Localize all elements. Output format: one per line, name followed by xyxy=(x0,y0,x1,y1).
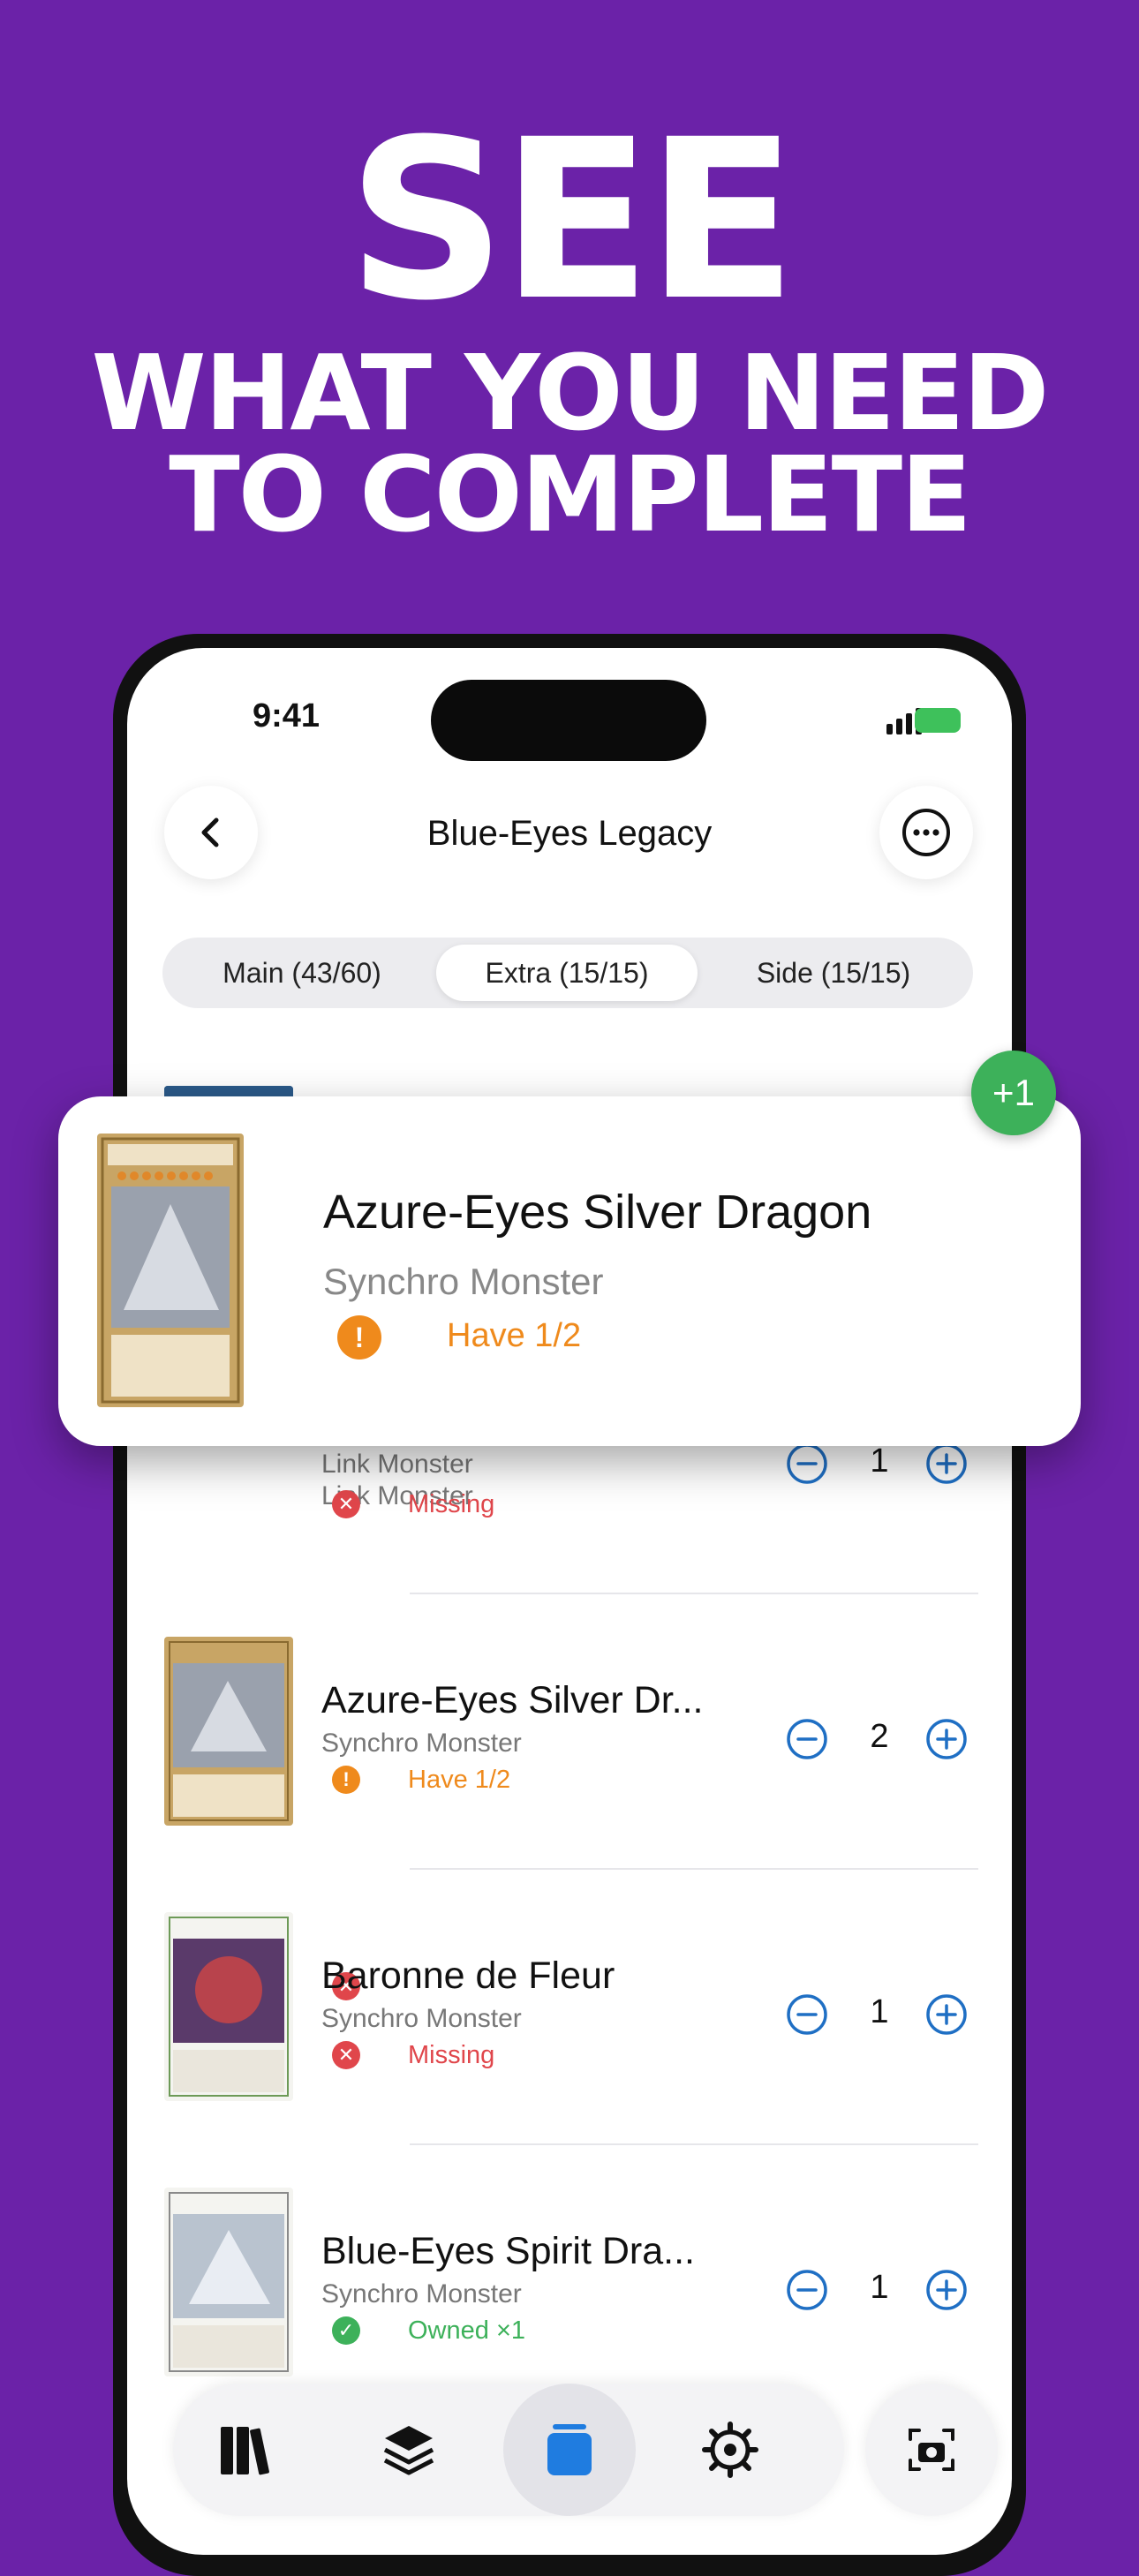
bottom-tab-bar xyxy=(173,2384,844,2516)
card-type: Synchro Monster xyxy=(321,2004,522,2033)
quantity-value: 1 xyxy=(870,1993,889,2030)
card-status: Owned ×1 xyxy=(408,2316,526,2345)
warning-icon: ! xyxy=(332,1766,360,1794)
headline-line3: TO COMPLETE xyxy=(169,433,972,555)
tab-extra[interactable]: Extra (15/15) xyxy=(436,945,698,1001)
status-time: 9:41 xyxy=(253,697,321,734)
card-image xyxy=(97,1134,244,1407)
quantity-value: 1 xyxy=(870,1442,889,1480)
settings-gear-icon xyxy=(702,2422,758,2478)
divider xyxy=(410,2143,978,2145)
warning-icon: ! xyxy=(337,1315,381,1360)
decrement-button[interactable] xyxy=(786,2269,828,2311)
phone-screen: 9:41 Blue-Eyes Legacy Main (43/60) Extra… xyxy=(127,648,1012,2555)
card-type: Synchro Monster xyxy=(321,2279,522,2309)
list-item[interactable] xyxy=(164,1637,293,1830)
camera-scan-icon xyxy=(909,2429,954,2471)
card-detail-popup[interactable]: Azure-Eyes Silver Dragon Synchro Monster… xyxy=(58,1096,1081,1446)
card-status: Missing xyxy=(408,1490,495,1518)
headline-line2: WHAT YOU NEED xyxy=(91,332,1049,454)
cards-icon xyxy=(547,2424,592,2475)
card-thumbnail xyxy=(164,2188,293,2376)
tab-settings[interactable] xyxy=(664,2384,796,2516)
increment-button[interactable] xyxy=(925,1993,968,2036)
card-status: Have 1/2 xyxy=(408,1766,511,1794)
increment-button[interactable] xyxy=(925,1442,968,1485)
library-icon xyxy=(221,2427,269,2475)
checkmark-icon: ✓ xyxy=(332,2316,360,2345)
popup-card-name: Azure-Eyes Silver Dragon xyxy=(323,1186,872,1239)
tab-decks[interactable] xyxy=(343,2384,475,2516)
card-type: Link Monster xyxy=(321,1450,473,1479)
decrement-button[interactable] xyxy=(786,1442,828,1485)
divider xyxy=(410,1593,978,1594)
decrement-button[interactable] xyxy=(786,1993,828,2036)
ellipsis-circle-icon xyxy=(902,809,950,856)
tab-main[interactable]: Main (43/60) xyxy=(171,945,433,1001)
quantity-value: 2 xyxy=(870,1718,889,1755)
card-thumbnail xyxy=(164,1637,293,1826)
card-name: Blue-Eyes Spirit Dra... xyxy=(321,2230,695,2272)
status-icons xyxy=(886,708,961,734)
card-status: Missing xyxy=(408,2041,495,2069)
tab-cards[interactable] xyxy=(503,2384,636,2516)
divider xyxy=(410,1868,978,1870)
card-name: Baronne de Fleur xyxy=(321,1955,615,1997)
missing-icon: ✕ xyxy=(332,2041,360,2069)
list-item[interactable] xyxy=(164,1912,293,2105)
increment-button[interactable] xyxy=(925,2269,968,2311)
missing-icon: ✕ xyxy=(332,1490,360,1518)
decrement-button[interactable] xyxy=(786,1718,828,1760)
scan-button[interactable] xyxy=(865,2384,998,2516)
increment-button[interactable] xyxy=(925,1718,968,1760)
increment-badge: +1 xyxy=(971,1051,1056,1135)
list-item[interactable] xyxy=(164,2188,293,2381)
popup-card-status: Have 1/2 xyxy=(447,1317,582,1354)
tab-side[interactable]: Side (15/15) xyxy=(703,945,964,1001)
headline-see: SEE xyxy=(347,92,797,349)
layers-icon xyxy=(383,2426,434,2475)
popup-card-type: Synchro Monster xyxy=(323,1261,604,1302)
deck-section-tabs: Main (43/60) Extra (15/15) Side (15/15) xyxy=(162,938,973,1008)
card-thumbnail xyxy=(164,1912,293,2101)
battery-icon xyxy=(915,708,961,733)
more-button[interactable] xyxy=(879,786,973,879)
tab-library[interactable] xyxy=(182,2384,314,2516)
card-type: Synchro Monster xyxy=(321,1729,522,1758)
card-name: Azure-Eyes Silver Dr... xyxy=(321,1679,704,1721)
quantity-value: 1 xyxy=(870,2269,889,2306)
dynamic-island xyxy=(431,680,706,761)
